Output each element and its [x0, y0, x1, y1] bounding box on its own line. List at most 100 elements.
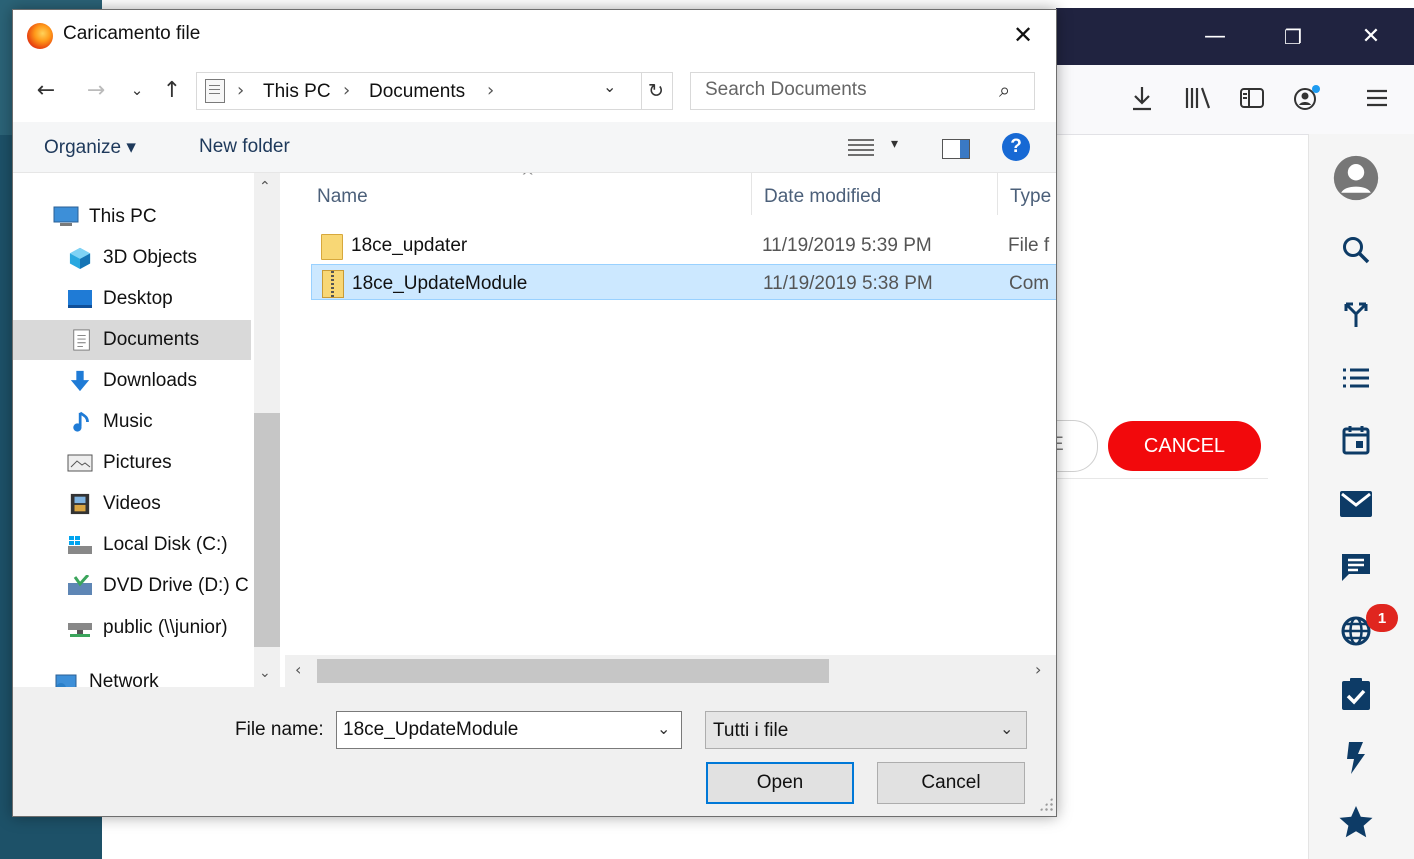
minimize-button[interactable]: — — [1176, 8, 1254, 65]
dvd-icon — [68, 575, 92, 595]
download-icon[interactable] — [1122, 78, 1162, 118]
scroll-right-arrow-icon[interactable]: › — [1035, 660, 1041, 679]
file-name-dropdown-icon[interactable]: ⌄ — [657, 719, 670, 738]
organize-button[interactable]: Organize ▾ — [44, 136, 136, 159]
open-button[interactable]: Open — [706, 762, 854, 804]
search-box[interactable]: ⌕ — [690, 72, 1035, 110]
column-header-type[interactable]: Type — [1010, 186, 1051, 208]
star-icon[interactable] — [1333, 799, 1379, 845]
music-note-icon — [73, 411, 89, 432]
file-name: 18ce_UpdateModule — [352, 273, 528, 294]
reader-view-icon[interactable] — [1232, 78, 1272, 118]
column-header-name[interactable]: Name — [317, 186, 368, 208]
address-bar[interactable]: › This PC › Documents › ⌄ — [196, 72, 642, 110]
nav-item-label: Documents — [103, 329, 200, 350]
file-row-18ce-updater[interactable]: 18ce_updater 11/19/2019 5:39 PM File f — [311, 227, 1056, 263]
divider — [1056, 478, 1268, 479]
nav-item-label: Music — [103, 411, 153, 432]
preview-pane-icon[interactable] — [942, 139, 970, 159]
search-input[interactable] — [691, 73, 1005, 107]
breadcrumb-separator: › — [237, 80, 245, 101]
nav-item-label: Local Disk (C:) — [103, 534, 228, 555]
document-icon — [73, 329, 90, 351]
nav-item-label: DVD Drive (D:) C — [103, 575, 249, 596]
nav-item-label: public (\\junior) — [103, 617, 228, 638]
chat-icon[interactable] — [1333, 544, 1379, 590]
nav-pane-scroll-thumb[interactable] — [254, 413, 280, 647]
column-separator[interactable] — [751, 173, 752, 215]
command-bar: Organize ▾ New folder ▾ ? — [13, 122, 1056, 173]
navigation-pane: This PC 3D Objects Desktop Documents Dow… — [13, 173, 281, 693]
nav-item-public-share[interactable]: public (\\junior) — [13, 608, 251, 648]
nav-pane-scrollbar[interactable]: ⌃ ⌄ — [254, 173, 280, 687]
nav-item-videos[interactable]: Videos — [13, 484, 251, 524]
folder-icon — [321, 234, 343, 260]
nav-item-this-pc[interactable]: This PC — [13, 197, 251, 237]
avatar-icon[interactable] — [1333, 155, 1379, 201]
view-options-icon[interactable] — [848, 138, 874, 156]
library-icon[interactable] — [1178, 78, 1218, 118]
scroll-down-arrow-icon[interactable]: ⌄ — [259, 665, 271, 681]
picture-icon — [67, 454, 93, 472]
file-row-18ce-updatemodule[interactable]: 18ce_UpdateModule 11/19/2019 5:38 PM Com — [311, 264, 1056, 300]
dialog-close-button[interactable]: ✕ — [1003, 18, 1043, 52]
breadcrumb-separator[interactable]: › — [487, 80, 494, 101]
view-dropdown-icon[interactable]: ▾ — [891, 136, 898, 152]
file-name-combobox[interactable]: ⌄ — [336, 711, 682, 749]
mail-icon[interactable] — [1333, 481, 1379, 527]
nav-item-downloads[interactable]: Downloads — [13, 361, 251, 401]
restore-button[interactable]: ❐ — [1254, 8, 1332, 65]
flash-icon[interactable] — [1333, 735, 1379, 781]
calendar-icon[interactable] — [1333, 417, 1379, 463]
horizontal-scroll-thumb[interactable] — [317, 659, 829, 683]
file-list: ^ Name Date modified Type 18ce_updater 1… — [285, 173, 1056, 655]
cancel-upload-button[interactable]: CANCEL — [1108, 421, 1261, 471]
nav-item-3d-objects[interactable]: 3D Objects — [13, 238, 251, 278]
share-icon[interactable] — [1333, 291, 1379, 337]
breadcrumb-this-pc[interactable]: This PC — [263, 81, 331, 103]
cancel-button[interactable]: Cancel — [877, 762, 1025, 804]
file-type: Com — [1009, 273, 1050, 294]
breadcrumb-documents[interactable]: Documents — [369, 81, 465, 103]
file-list-horizontal-scrollbar[interactable]: ‹ › — [285, 655, 1056, 687]
file-type-value: Tutti i file — [713, 720, 789, 741]
column-separator[interactable] — [997, 173, 998, 215]
breadcrumb-separator: › — [343, 80, 351, 101]
search-icon[interactable]: ⌕ — [999, 78, 1010, 102]
menu-icon[interactable] — [1357, 78, 1397, 118]
address-dropdown-icon[interactable]: ⌄ — [603, 77, 616, 96]
nav-item-pictures[interactable]: Pictures — [13, 443, 251, 483]
notification-badge: 1 — [1366, 604, 1398, 632]
file-date: 11/19/2019 5:39 PM — [762, 235, 932, 256]
back-button[interactable]: ← — [30, 74, 62, 106]
scroll-up-arrow-icon[interactable]: ⌃ — [259, 179, 271, 195]
dialog-titlebar: Caricamento file ✕ — [13, 10, 1056, 60]
file-name: 18ce_updater — [351, 235, 468, 256]
nav-item-desktop[interactable]: Desktop — [13, 279, 251, 319]
nav-item-dvd-drive[interactable]: DVD Drive (D:) C — [13, 566, 251, 606]
account-icon[interactable] — [1287, 78, 1327, 118]
sort-ascending-icon: ^ — [521, 173, 535, 186]
nav-item-label: 3D Objects — [103, 247, 197, 268]
nav-item-label: Videos — [103, 493, 161, 514]
search-icon[interactable] — [1333, 227, 1379, 273]
file-name-input[interactable] — [337, 712, 643, 748]
nav-item-documents[interactable]: Documents — [13, 320, 251, 360]
new-folder-button[interactable]: New folder — [199, 136, 290, 158]
help-icon[interactable]: ? — [1002, 133, 1030, 161]
task-icon[interactable] — [1333, 671, 1379, 717]
file-type-dropdown-icon[interactable]: ⌄ — [1000, 719, 1013, 738]
up-button[interactable]: ↑ — [156, 74, 188, 106]
scroll-left-arrow-icon[interactable]: ‹ — [295, 660, 301, 679]
nav-item-music[interactable]: Music — [13, 402, 251, 442]
forward-button[interactable]: → — [80, 74, 112, 106]
cube-icon — [69, 247, 91, 269]
list-icon[interactable] — [1333, 355, 1379, 401]
refresh-button[interactable]: ↻ — [640, 72, 673, 110]
nav-item-local-disk[interactable]: Local Disk (C:) — [13, 525, 251, 565]
resize-grip[interactable] — [1039, 797, 1053, 811]
file-type-select[interactable]: Tutti i file ⌄ — [705, 711, 1027, 749]
column-header-date[interactable]: Date modified — [764, 186, 881, 208]
recent-locations-button[interactable]: ⌄ — [121, 74, 153, 106]
window-close-button[interactable]: ✕ — [1332, 8, 1410, 65]
